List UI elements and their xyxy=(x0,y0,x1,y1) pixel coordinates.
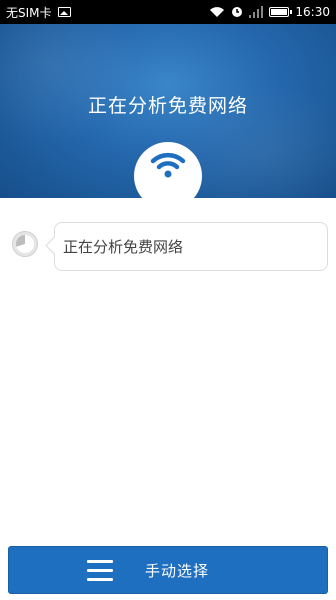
progress-clock-icon xyxy=(12,231,38,257)
status-time: 16:30 xyxy=(295,5,330,19)
carrier-label: 无SIM卡 xyxy=(6,5,52,20)
image-icon xyxy=(57,7,71,17)
alarm-icon xyxy=(232,7,243,17)
wifi-icon xyxy=(150,152,186,178)
signal-icon xyxy=(249,6,264,18)
status-message-text: 正在分析免费网络 xyxy=(63,238,184,256)
battery-icon xyxy=(269,7,293,17)
status-message: 正在分析免费网络 xyxy=(54,222,328,271)
wifi-icon xyxy=(210,7,225,17)
log-entry: 正在分析免费网络 xyxy=(0,222,336,272)
wifi-badge xyxy=(134,142,202,210)
menu-icon xyxy=(87,560,113,582)
page-title: 正在分析免费网络 xyxy=(87,95,248,117)
status-bar: 无SIM卡 16:30 xyxy=(0,0,336,24)
manual-select-label: 手动选择 xyxy=(145,562,210,580)
manual-select-button[interactable]: 手动选择 xyxy=(8,546,328,594)
